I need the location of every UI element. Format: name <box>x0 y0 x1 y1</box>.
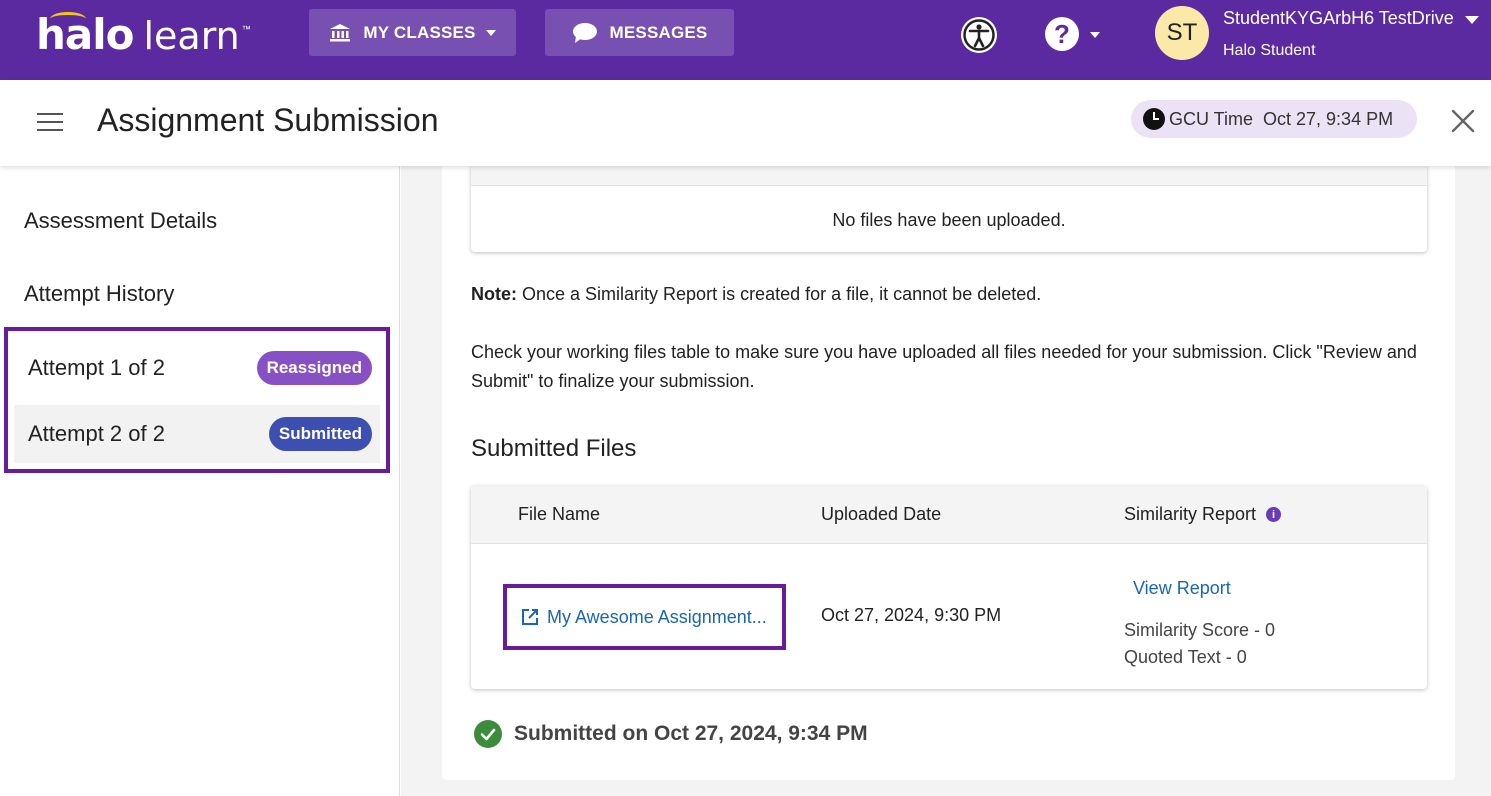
sidebar: Assessment Details Attempt History Attem… <box>0 166 400 796</box>
submitted-files-heading: Submitted Files <box>471 435 637 462</box>
no-files-message: No files have been uploaded. <box>832 210 1066 230</box>
sidebar-item-attempt-1[interactable]: Attempt 1 of 2 Reassigned <box>14 339 380 397</box>
close-icon[interactable] <box>1450 108 1476 134</box>
check-circle-icon <box>474 720 502 748</box>
avatar[interactable]: ST <box>1155 6 1209 60</box>
similarity-report-header-label: Similarity Report <box>1124 504 1257 524</box>
page-header: Assignment Submission GCU Time Oct 27, 9… <box>0 80 1491 166</box>
working-files-table-header <box>471 166 1427 186</box>
column-header-similarity-report: Similarity Report i <box>1124 504 1282 525</box>
clock-icon <box>1143 108 1165 130</box>
reassigned-status-badge: Reassigned <box>256 351 372 385</box>
attempt-2-label: Attempt 2 of 2 <box>28 421 165 446</box>
attempt-1-label: Attempt 1 of 2 <box>28 355 165 380</box>
attempts-highlight-box: Attempt 1 of 2 Reassigned Attempt 2 of 2… <box>4 327 390 473</box>
submitted-files-table-header: File Name Uploaded Date Similarity Repor… <box>471 486 1427 544</box>
help-icon[interactable]: ? <box>1045 17 1079 51</box>
institution-icon <box>330 23 351 41</box>
similarity-score: Similarity Score - 0 <box>1124 620 1276 640</box>
column-header-file-name: File Name <box>518 504 601 524</box>
user-name[interactable]: StudentKYGArbH6 TestDrive <box>1223 8 1454 29</box>
note-text: Once a Similarity Report is created for … <box>517 284 1042 304</box>
page-title: Assignment Submission <box>97 102 439 138</box>
view-report-link[interactable]: View Report <box>1133 578 1231 599</box>
logo-halo-text: halo <box>36 10 134 59</box>
file-name: My Awesome Assignment... <box>547 606 767 627</box>
logo-learn-text: learn <box>143 14 240 58</box>
submitted-status-badge: Submitted <box>268 417 372 451</box>
submission-status: Submitted on Oct 27, 2024, 9:34 PM <box>474 720 868 748</box>
logo-trademark: ™ <box>241 24 251 34</box>
accessibility-icon[interactable] <box>959 15 999 55</box>
hamburger-menu-icon[interactable] <box>37 113 63 133</box>
submitted-files-table: File Name Uploaded Date Similarity Repor… <box>471 486 1427 689</box>
similarity-note: Note: Once a Similarity Report is create… <box>471 284 1041 305</box>
main-content: No files have been uploaded. Note: Once … <box>401 166 1491 796</box>
quoted-text-score: Quoted Text - 0 <box>1124 647 1247 667</box>
user-role: Halo Student <box>1223 42 1316 59</box>
file-name-highlight-box: My Awesome Assignment... <box>503 584 786 650</box>
user-menu-chevron-down-icon[interactable] <box>1465 16 1479 24</box>
help-chevron-down-icon[interactable] <box>1090 32 1100 38</box>
help-symbol: ? <box>1054 18 1070 49</box>
avatar-initials: ST <box>1166 19 1198 46</box>
submission-instructions: Check your working files table to make s… <box>471 342 1417 391</box>
messages-label: MESSAGES <box>609 22 708 42</box>
submission-card: No files have been uploaded. Note: Once … <box>442 166 1455 780</box>
chat-bubble-icon <box>572 22 597 43</box>
gcu-time-badge: GCU Time Oct 27, 9:34 PM <box>1131 100 1417 138</box>
sidebar-item-attempt-history[interactable]: Attempt History <box>24 281 174 307</box>
file-link[interactable]: My Awesome Assignment... <box>521 607 767 628</box>
note-label: Note: <box>471 284 517 304</box>
working-files-table: No files have been uploaded. <box>471 166 1427 252</box>
external-link-icon <box>522 609 538 625</box>
top-navigation-bar: halo learn ™ MY CLASSES MESSAGES ? ST St… <box>0 0 1491 80</box>
logo-halo-arc <box>50 12 86 26</box>
column-header-uploaded-date: Uploaded Date <box>821 504 942 524</box>
info-icon[interactable]: i <box>1266 507 1282 522</box>
gcu-time-label: GCU Time <box>1169 108 1254 129</box>
messages-button[interactable]: MESSAGES <box>545 9 734 56</box>
gcu-time-value: Oct 27, 9:34 PM <box>1263 108 1394 129</box>
chevron-down-icon <box>485 29 496 36</box>
my-classes-label: MY CLASSES <box>363 22 476 42</box>
sidebar-item-attempt-2[interactable]: Attempt 2 of 2 Submitted <box>14 405 380 463</box>
submitted-on-text: Submitted on Oct 27, 2024, 9:34 PM <box>514 722 868 745</box>
uploaded-date: Oct 27, 2024, 9:30 PM <box>821 605 1002 625</box>
halo-learn-logo[interactable]: halo learn ™ <box>36 10 251 70</box>
sidebar-item-assessment-details[interactable]: Assessment Details <box>24 208 217 234</box>
my-classes-button[interactable]: MY CLASSES <box>309 9 516 56</box>
